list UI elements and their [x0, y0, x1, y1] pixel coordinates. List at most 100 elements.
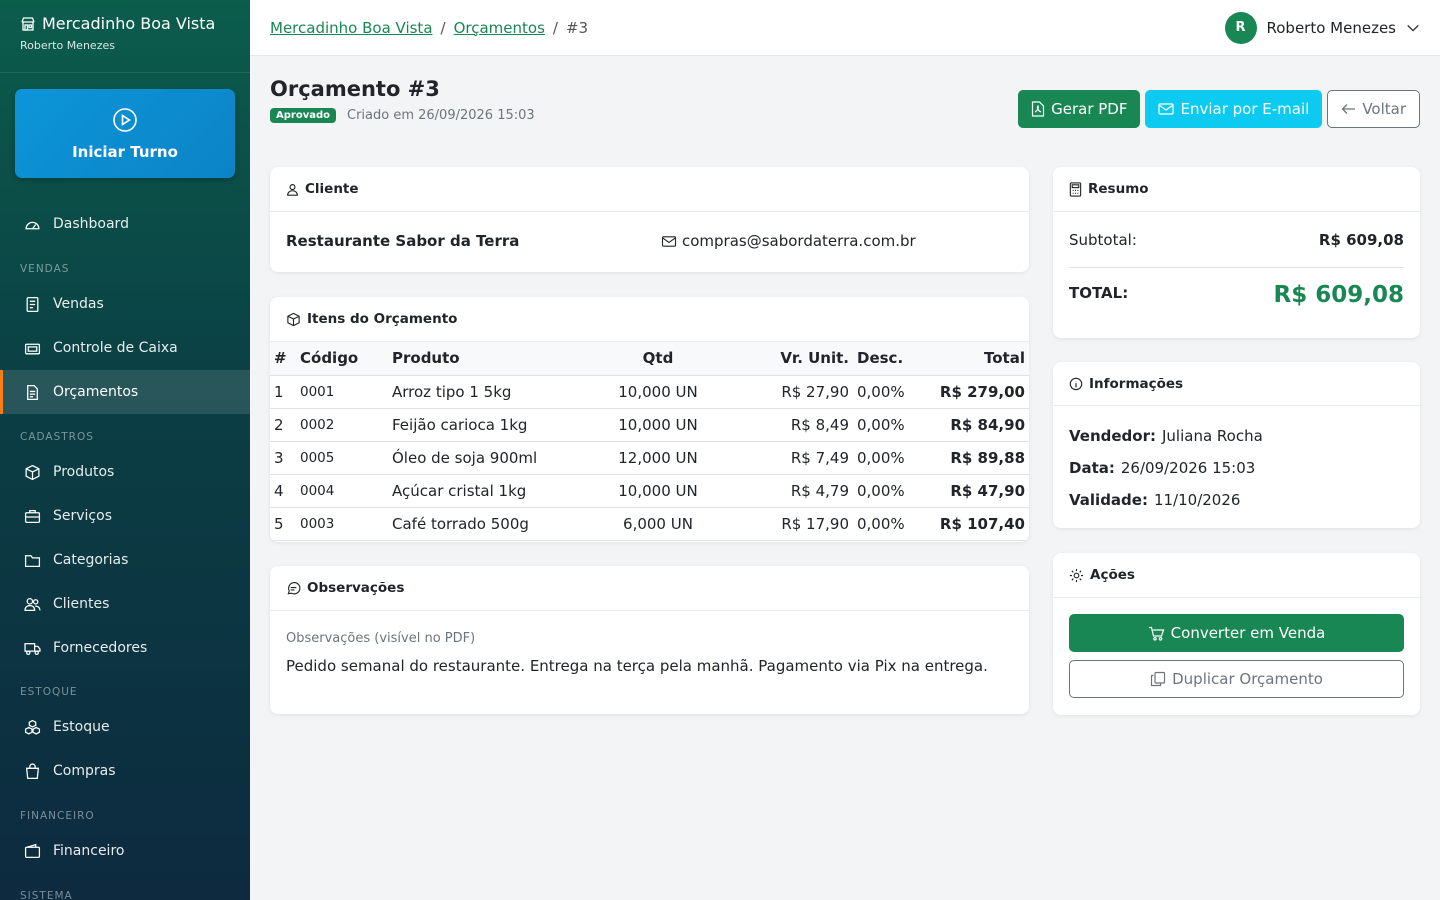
info-card-header: Informações: [1053, 362, 1420, 406]
store-icon: [20, 16, 36, 32]
sidebar-item-label: Controle de Caixa: [53, 340, 178, 356]
col-qty: Qtd: [593, 342, 723, 376]
sidebar-item-servicos[interactable]: Serviços: [0, 494, 250, 538]
cell-product: Açúcar cristal 1kg: [388, 474, 593, 508]
observations-text: Pedido semanal do restaurante. Entrega n…: [286, 657, 988, 675]
cell-discount: 0,00%: [853, 507, 929, 541]
sidebar-item-fornecedores[interactable]: Fornecedores: [0, 626, 250, 670]
sidebar-item-label: Compras: [53, 763, 116, 779]
cart-icon: [1148, 626, 1165, 641]
arrow-left-icon: [1341, 103, 1356, 115]
sidebar-item-estoque[interactable]: Estoque: [0, 705, 250, 749]
play-circle-icon: [112, 107, 138, 133]
col-code: Código: [296, 342, 388, 376]
sidebar-item-compras[interactable]: Compras: [0, 749, 250, 793]
back-button[interactable]: Voltar: [1327, 90, 1420, 128]
cell-product: Óleo de soja 900ml: [388, 441, 593, 475]
items-card: Itens do Orçamento # Código Produto Qtd …: [270, 297, 1029, 542]
user-menu[interactable]: R Roberto Menezes: [1224, 11, 1421, 44]
table-row: 1 0001 Arroz tipo 1 5kg 10,000 UN R$ 27,90 0,…: [270, 375, 1029, 409]
speedometer-icon: [24, 216, 41, 233]
date-label: Data:: [1069, 459, 1115, 477]
cell-unit-price: R$ 4,79: [723, 474, 853, 508]
cell-discount: 0,00%: [853, 408, 929, 442]
sidebar-item-label: Categorias: [53, 552, 129, 568]
actions-card-header: Ações: [1053, 553, 1420, 598]
sidebar-item-clientes[interactable]: Clientes: [0, 582, 250, 626]
boxes-icon: [24, 719, 41, 736]
items-card-header: Itens do Orçamento: [270, 297, 1029, 342]
cell-discount: 0,00%: [853, 441, 929, 475]
sidebar-item-financeiro[interactable]: Financeiro: [0, 829, 250, 873]
validity-label: Validade:: [1069, 491, 1148, 509]
created-date: Criado em 26/09/2026 15:03: [347, 108, 535, 123]
envelope-icon: [661, 235, 677, 248]
breadcrumb: Mercadinho Boa Vista / Orçamentos / #3: [270, 19, 588, 37]
section-cadastros: CADASTROS: [20, 431, 94, 443]
cell-code: 0004: [296, 474, 388, 508]
cell-total: R$ 107,40: [929, 507, 1029, 541]
client-card-header: Cliente: [270, 167, 1029, 212]
sidebar-item-label: Estoque: [53, 719, 110, 735]
items-card-title: Itens do Orçamento: [307, 311, 458, 327]
sidebar-item-produtos[interactable]: Produtos: [0, 450, 250, 494]
duplicate-quote-button[interactable]: Duplicar Orçamento: [1069, 660, 1404, 698]
cell-qty: 6,000 UN: [593, 507, 723, 541]
breadcrumb-home-link[interactable]: Mercadinho Boa Vista: [270, 19, 433, 37]
truck-icon: [24, 640, 41, 657]
generate-pdf-label: Gerar PDF: [1051, 100, 1128, 118]
sidebar-item-dashboard[interactable]: Dashboard: [0, 202, 250, 246]
sidebar-item-label: Dashboard: [53, 216, 129, 232]
sidebar-item-label: Fornecedores: [53, 640, 148, 656]
start-shift-label: Iniciar Turno: [72, 142, 178, 161]
items-table: # Código Produto Qtd Vr. Unit. Desc. Tot…: [270, 342, 1029, 541]
sidebar-item-categorias[interactable]: Categorias: [0, 538, 250, 582]
cell-number: 1: [270, 375, 296, 409]
cell-product: Arroz tipo 1 5kg: [388, 375, 593, 409]
table-row: 5 0003 Café torrado 500g 6,000 UN R$ 17,90 0,…: [270, 507, 1029, 541]
cell-qty: 10,000 UN: [593, 474, 723, 508]
start-shift-button[interactable]: Iniciar Turno: [15, 89, 235, 178]
cell-number: 5: [270, 507, 296, 541]
section-estoque: ESTOQUE: [20, 686, 78, 698]
sidebar-item-label: Vendas: [53, 296, 104, 312]
cell-total: R$ 47,90: [929, 474, 1029, 508]
cell-number: 4: [270, 474, 296, 508]
cell-unit-price: R$ 7,49: [723, 441, 853, 475]
breadcrumb-orcamentos-link[interactable]: Orçamentos: [454, 19, 545, 37]
observations-card: Observações Observações (visível no PDF)…: [270, 566, 1029, 714]
col-number: #: [270, 342, 296, 376]
briefcase-icon: [24, 508, 41, 525]
brand-user: Roberto Menezes: [20, 39, 115, 52]
col-discount: Desc.: [853, 342, 929, 376]
total-value: R$ 609,08: [1273, 282, 1404, 308]
cell-code: 0003: [296, 507, 388, 541]
validity-line: Validade: 11/10/2026: [1053, 484, 1420, 516]
calculator-icon: [1069, 181, 1082, 197]
client-card-title: Cliente: [305, 181, 359, 197]
cell-product: Feijão carioca 1kg: [388, 408, 593, 442]
copy-icon: [1150, 671, 1166, 687]
actions-card: Ações Converter em Venda Duplicar Orçame…: [1053, 553, 1420, 715]
observations-card-title: Observações: [307, 580, 405, 596]
sidebar-item-vendas[interactable]: Vendas: [0, 282, 250, 326]
chevron-down-icon: [1406, 21, 1420, 35]
document-icon: [24, 384, 41, 401]
table-row: 2 0002 Feijão carioca 1kg 10,000 UN R$ 8,49 0…: [270, 408, 1029, 442]
generate-pdf-button[interactable]: Gerar PDF: [1018, 90, 1141, 128]
sidebar-item-orcamentos[interactable]: Orçamentos: [0, 370, 250, 414]
subtotal-value: R$ 609,08: [1318, 230, 1404, 249]
convert-to-sale-button[interactable]: Converter em Venda: [1069, 614, 1404, 652]
sidebar-item-caixa[interactable]: Controle de Caixa: [0, 326, 250, 370]
cell-discount: 0,00%: [853, 474, 929, 508]
cell-qty: 10,000 UN: [593, 408, 723, 442]
table-row: 3 0005 Óleo de soja 900ml 12,000 UN R$ 7,49 0…: [270, 441, 1029, 475]
validity-value: 11/10/2026: [1153, 491, 1241, 509]
cell-code: 0001: [296, 375, 388, 409]
summary-card: Resumo Subtotal: R$ 609,08 TOTAL: R$ 609…: [1053, 167, 1420, 338]
brand: Mercadinho Boa Vista Roberto Menezes: [0, 0, 250, 73]
cell-qty: 12,000 UN: [593, 441, 723, 475]
topbar: Mercadinho Boa Vista / Orçamentos / #3 R…: [250, 0, 1440, 56]
send-email-button[interactable]: Enviar por E-mail: [1145, 90, 1323, 128]
status-badge: Aprovado: [270, 108, 336, 123]
